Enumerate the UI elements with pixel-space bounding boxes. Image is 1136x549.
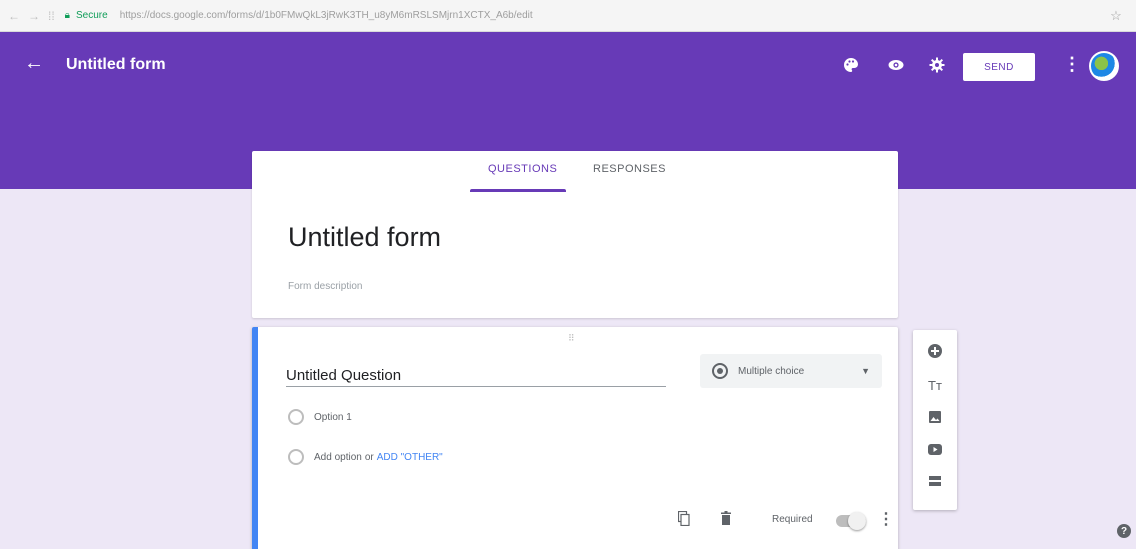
trash-icon[interactable] bbox=[721, 511, 731, 530]
dropdown-arrow-icon: ▼ bbox=[861, 366, 870, 376]
avatar[interactable] bbox=[1089, 51, 1119, 81]
active-tab-indicator bbox=[470, 189, 566, 192]
browser-nav: ← → ⁞⁞ bbox=[8, 9, 55, 23]
tab-responses[interactable]: RESPONSES bbox=[593, 163, 666, 175]
add-option-row: Add option or ADD "OTHER" bbox=[288, 449, 443, 465]
question-title-input[interactable]: Untitled Question bbox=[286, 367, 666, 387]
video-icon[interactable] bbox=[913, 434, 957, 464]
option-radio-icon bbox=[288, 409, 304, 425]
lock-icon: 🔒︎ bbox=[64, 10, 70, 21]
eye-icon[interactable] bbox=[885, 54, 907, 76]
question-card[interactable]: ⠿ Untitled Question Multiple choice ▼ Op… bbox=[252, 327, 898, 549]
question-type-select[interactable]: Multiple choice ▼ bbox=[700, 354, 882, 388]
form-title-input[interactable]: Untitled form bbox=[288, 222, 441, 253]
radio-button-icon bbox=[712, 363, 728, 379]
side-toolbar: Tт bbox=[913, 330, 957, 510]
url-text[interactable]: https://docs.google.com/forms/d/1b0FMwQk… bbox=[120, 10, 533, 21]
question-footer: Required ⋮ bbox=[258, 507, 898, 537]
add-option-or: or bbox=[364, 451, 374, 463]
required-toggle[interactable] bbox=[836, 512, 866, 530]
palette-icon[interactable] bbox=[840, 54, 862, 76]
option-radio-icon bbox=[288, 449, 304, 465]
url-box[interactable]: 🔒︎ Secure https://docs.google.com/forms/… bbox=[65, 5, 1104, 27]
option-label[interactable]: Option 1 bbox=[314, 412, 352, 423]
image-icon[interactable] bbox=[913, 402, 957, 432]
add-question-icon[interactable] bbox=[913, 336, 957, 366]
browser-apps-icon[interactable]: ⁞⁞ bbox=[48, 9, 55, 23]
send-button[interactable]: SEND bbox=[963, 53, 1035, 81]
secure-label: Secure bbox=[76, 10, 108, 21]
browser-back-icon[interactable]: ← bbox=[8, 9, 20, 23]
section-icon[interactable] bbox=[913, 466, 957, 496]
tab-questions[interactable]: QUESTIONS bbox=[488, 163, 557, 175]
required-label: Required bbox=[772, 514, 813, 525]
form-name: Untitled form bbox=[66, 56, 166, 73]
browser-forward-icon[interactable]: → bbox=[28, 9, 40, 23]
drag-handle-icon[interactable]: ⠿ bbox=[568, 333, 576, 344]
bookmark-star-icon[interactable]: ☆ bbox=[1104, 8, 1128, 24]
more-vert-icon[interactable]: ⋮ bbox=[1063, 54, 1081, 75]
add-other-link[interactable]: ADD "OTHER" bbox=[377, 452, 443, 463]
form-title-card: QUESTIONS RESPONSES Untitled form Form d… bbox=[252, 151, 898, 318]
add-option-link[interactable]: Add option bbox=[314, 452, 362, 463]
form-description-input[interactable]: Form description bbox=[288, 281, 362, 292]
browser-address-bar: ← → ⁞⁞ 🔒︎ Secure https://docs.google.com… bbox=[0, 0, 1136, 32]
tab-bar: QUESTIONS RESPONSES bbox=[252, 151, 898, 195]
option-row: Option 1 bbox=[288, 409, 352, 425]
question-more-icon[interactable]: ⋮ bbox=[878, 509, 894, 529]
question-type-label: Multiple choice bbox=[738, 365, 805, 377]
duplicate-icon[interactable] bbox=[677, 510, 690, 531]
help-icon[interactable]: ? bbox=[1117, 524, 1131, 538]
back-arrow-icon[interactable]: ← bbox=[24, 52, 44, 75]
title-icon[interactable]: Tт bbox=[913, 370, 957, 400]
gear-icon[interactable] bbox=[926, 54, 948, 76]
